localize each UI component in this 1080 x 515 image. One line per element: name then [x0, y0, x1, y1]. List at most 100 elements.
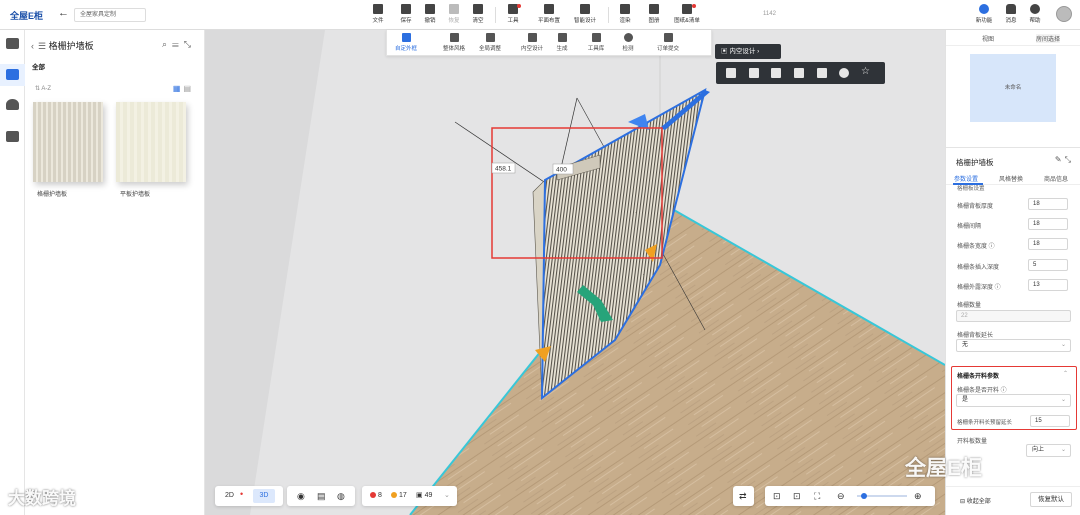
param-input[interactable]: 5 [1028, 259, 1068, 271]
sub-tool-library[interactable]: 工具库 [579, 33, 613, 52]
dimension-width[interactable]: 400 [556, 167, 567, 174]
watermark-right: 全屋E柜 [905, 457, 983, 480]
toolbar-save-button[interactable]: 保存 [393, 3, 419, 24]
collapse-all-button[interactable]: ⊟ 收起全部 [960, 496, 991, 505]
error-icon [370, 491, 376, 498]
camera-front-icon[interactable]: ⊡ [773, 486, 781, 506]
room-minimap[interactable]: 未命名 [970, 54, 1056, 122]
back-extend-select[interactable]: 无 ⌄ [956, 339, 1071, 352]
camera-side-icon[interactable]: ⊡ [793, 486, 801, 506]
paint-icon[interactable] [817, 68, 827, 78]
filter-icon[interactable]: ☰ [172, 39, 184, 49]
sub-tool-interior-design[interactable]: 内空设计 [515, 33, 549, 52]
eye-icon[interactable]: ◉ [297, 486, 305, 506]
product-card[interactable]: 格栅护墙板 [33, 102, 103, 198]
toolbar-album-button[interactable]: 图册 [641, 3, 667, 24]
param-input[interactable]: 18 [1028, 218, 1068, 230]
search-icon[interactable]: ⌕ [162, 39, 172, 49]
param-label: 格栅数量 [957, 303, 982, 309]
catalog-icon[interactable] [6, 38, 19, 49]
frame-icon [401, 33, 411, 42]
view-mode-bar: 2D • 3D [215, 486, 283, 506]
reserve-length-input[interactable]: 15 [1030, 415, 1070, 427]
zoom-out-icon[interactable]: ⊖ [837, 486, 845, 506]
settings-toggle-bar[interactable]: ⇄ [733, 486, 754, 506]
rotate-icon[interactable] [839, 68, 849, 78]
collapse-icon[interactable]: ⤡ [184, 39, 196, 49]
mode-2d-button[interactable]: 2D [225, 486, 234, 506]
restore-default-button[interactable]: 恢复默认 [1030, 492, 1072, 507]
user-icon[interactable] [6, 99, 19, 110]
sort-az[interactable]: ⇅ A-Z [35, 85, 51, 92]
toolbar-floorplan-button[interactable]: 平面布置 [532, 3, 566, 24]
toolbar-render-button[interactable]: 渲染 [612, 3, 638, 24]
avatar[interactable] [1056, 6, 1072, 22]
cabinet-icon[interactable] [6, 131, 19, 142]
crown-icon[interactable] [6, 69, 19, 80]
toggle-icon: ⇄ [739, 491, 747, 501]
param-label: 格栅条是否开料 ⓘ [957, 388, 1007, 394]
toolbar-redo-button[interactable]: 恢复 [441, 3, 467, 24]
sub-tool-check[interactable]: 检测 [611, 33, 645, 52]
toolbar-file-button[interactable]: 文件 [365, 3, 391, 24]
sub-tool-style[interactable]: 整体风格 [437, 33, 471, 52]
param-label: 格栅条宽度 ⓘ [957, 244, 995, 250]
material-icon[interactable]: ◍ [337, 486, 345, 506]
mode-3d-button[interactable]: 3D [253, 489, 275, 503]
tab-room-select[interactable]: 房间选择 [1036, 34, 1061, 43]
tab-view[interactable]: 视图 [982, 34, 994, 43]
sub-tool-custom-frame[interactable]: 自定外框 [389, 33, 423, 52]
album-icon [649, 4, 659, 14]
grid-icon[interactable] [771, 68, 781, 78]
message-button[interactable]: 消息 [999, 3, 1023, 24]
back-arrow-icon[interactable]: ← [58, 7, 69, 19]
toolbar-tool-button[interactable]: 工具 [500, 3, 526, 24]
zoom-in-icon[interactable]: ⊕ [914, 486, 922, 506]
chevron-up-icon[interactable]: ⌃ [1063, 370, 1068, 377]
error-count: 8 [370, 486, 382, 506]
panel-footer: ⊟ 收起全部 恢复默认 [946, 486, 1080, 515]
notification-dot [692, 4, 696, 8]
product-card[interactable]: 平板护墙板 [116, 102, 186, 198]
edit-icon[interactable]: ✎ [1055, 155, 1065, 164]
zoom-slider-thumb[interactable] [861, 493, 867, 499]
param-input[interactable]: 18 [1028, 238, 1068, 250]
fit-view-icon[interactable]: ⛶ [814, 486, 820, 506]
toolbar-drawings-button[interactable]: 图纸&清单 [669, 3, 705, 24]
issue-counter-bar[interactable]: 8 17 ▣ 49 ⌄ [362, 486, 457, 506]
dimension-height[interactable]: 458.1 [495, 166, 512, 173]
sub-tool-global-adjust[interactable]: 全局调整 [473, 33, 507, 52]
param-label: 格栅外露深度 ⓘ [957, 285, 1001, 291]
chevron-left-icon[interactable]: ‹ [31, 41, 34, 51]
scheme-name-dropdown[interactable]: 全屋家具定制 [74, 8, 146, 22]
tab-product-info[interactable]: 商品信息 [1044, 174, 1068, 183]
design-sub-toolbar: 自定外框 整体风格 全局调整 内空设计 生成 工具库 检测 订单提交 [386, 30, 712, 56]
toolbar-clear-button[interactable]: 清空 [465, 3, 491, 24]
category-all[interactable]: 全部 [32, 61, 45, 71]
select-icon[interactable] [726, 68, 736, 78]
left-rail [0, 30, 25, 515]
star-icon[interactable]: ☆ [861, 66, 871, 77]
tab-style-replace[interactable]: 风格替换 [999, 174, 1023, 183]
help-button[interactable]: 帮助 [1023, 3, 1047, 24]
layers-icon[interactable]: ▤ [317, 486, 326, 506]
toolbar-smart-design-button[interactable]: 智能设计 [568, 3, 602, 24]
new-feature-button[interactable]: 新功能 [972, 3, 996, 24]
add-icon[interactable] [749, 68, 759, 78]
slot-select[interactable]: 是 ⌄ [956, 394, 1071, 407]
sub-tool-order[interactable]: 订单提交 [651, 33, 685, 52]
tab-params[interactable]: 参数设置 [954, 174, 978, 183]
interior-design-button[interactable]: ▣ 内空设计 › [715, 44, 781, 59]
sub-tool-generate[interactable]: 生成 [545, 33, 579, 52]
param-input[interactable]: 13 [1028, 279, 1068, 291]
list-view-icon[interactable]: ▤ [183, 84, 194, 93]
grid-view-icon[interactable]: ▦ [173, 84, 184, 93]
toolbar-undo-button[interactable]: 撤销 [417, 3, 443, 24]
param-label: 开料板数量 [957, 439, 988, 445]
3d-viewport[interactable]: 458.1 400 [205, 30, 945, 515]
next-select[interactable]: 向上 ⌄ [1026, 444, 1071, 457]
collapse-icon[interactable]: ⤡ [1065, 155, 1074, 164]
trash-icon[interactable] [794, 68, 804, 78]
param-input[interactable]: 18 [1028, 198, 1068, 210]
right-panel: 视图 房间选择 未命名 格栅护墙板 ✎⤡ 参数设置 风格替换 商品信息 格栅板设… [945, 30, 1080, 515]
